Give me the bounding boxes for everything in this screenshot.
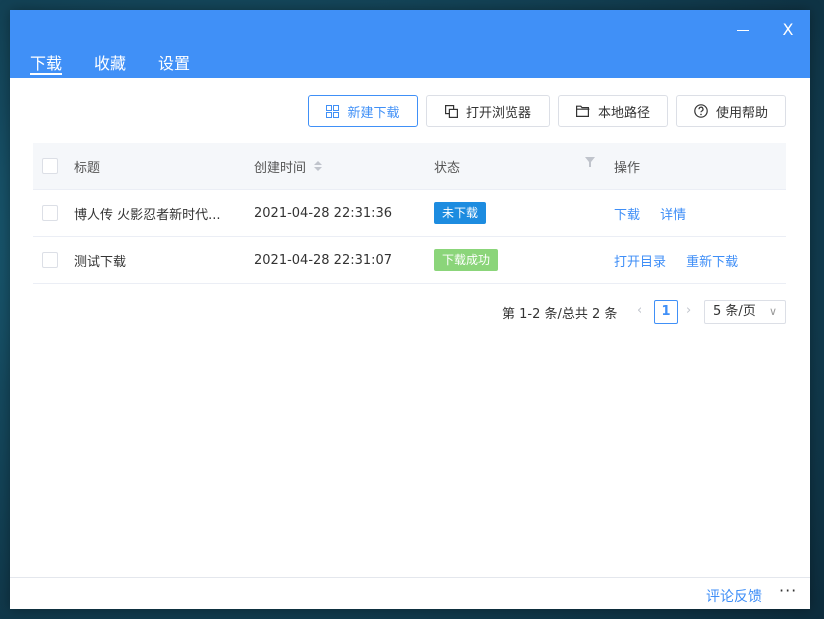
table-row: 测试下载 2021-04-28 22:31:07 下载成功 打开目录 重新下载	[33, 237, 786, 284]
footer-bar: 评论反馈 ···	[10, 577, 810, 609]
row-checkbox[interactable]	[42, 252, 58, 268]
grid-icon	[326, 104, 340, 118]
header-created: 创建时间	[254, 160, 307, 176]
table-row: 博人传 火影忍者新时代... 2021-04-28 22:31:36 未下载 下…	[33, 190, 786, 237]
row-title: 博人传 火影忍者新时代...	[74, 207, 221, 223]
row-checkbox[interactable]	[42, 205, 58, 221]
more-icon[interactable]: ···	[779, 581, 797, 600]
local-path-button[interactable]: 本地路径	[558, 95, 668, 127]
new-download-button[interactable]: 新建下载	[308, 95, 418, 127]
page-number-button[interactable]: 1	[654, 300, 678, 324]
tab-settings[interactable]: 设置	[158, 50, 190, 76]
sort-icon[interactable]	[314, 161, 323, 171]
minimize-button[interactable]	[728, 15, 758, 45]
open-browser-label: 打开浏览器	[465, 105, 531, 121]
chevron-right-icon[interactable]: ›	[686, 303, 691, 318]
pagination: 第 1-2 条/总共 2 条 ‹ 1 › 5 条/页 ∨	[10, 300, 810, 324]
header-actions: 操作	[614, 160, 641, 176]
title-bar: X 下载 收藏 设置	[10, 10, 810, 78]
row-created: 2021-04-28 22:31:36	[254, 205, 393, 221]
folder-icon	[575, 105, 590, 117]
help-button[interactable]: 使用帮助	[676, 95, 786, 127]
status-badge: 下载成功	[434, 249, 499, 271]
chevron-down-icon: ∨	[768, 305, 777, 318]
row-created: 2021-04-28 22:31:07	[254, 252, 393, 268]
help-label: 使用帮助	[715, 105, 768, 121]
tab-favorites[interactable]: 收藏	[94, 50, 126, 76]
row-title: 测试下载	[74, 254, 127, 270]
page-size-value: 5 条/页	[713, 304, 756, 319]
open-directory-link[interactable]: 打开目录	[614, 255, 666, 270]
pagination-summary: 第 1-2 条/总共 2 条	[502, 307, 618, 322]
app-window: X 下载 收藏 设置 新建下载 打开浏览器 本地路径 使用帮助 标题 创建时间 …	[10, 10, 810, 609]
status-badge: 未下载	[434, 202, 487, 224]
new-download-label: 新建下载	[347, 105, 400, 121]
filter-icon[interactable]	[585, 156, 595, 171]
redownload-link[interactable]: 重新下载	[686, 255, 738, 270]
chevron-left-icon[interactable]: ‹	[637, 303, 642, 318]
download-link[interactable]: 下载	[614, 208, 640, 223]
question-icon	[694, 104, 708, 118]
open-browser-button[interactable]: 打开浏览器	[426, 95, 550, 127]
close-icon: X	[782, 20, 794, 39]
header-title: 标题	[74, 160, 101, 176]
select-all-checkbox[interactable]	[42, 158, 58, 174]
local-path-label: 本地路径	[597, 105, 650, 121]
download-table: 标题 创建时间 状态 操作 博人传 火影忍者新时代... 2021-04-28 …	[33, 143, 786, 284]
close-button[interactable]: X	[773, 15, 803, 45]
details-link[interactable]: 详情	[660, 208, 686, 223]
tab-bar: 下载 收藏 设置	[30, 50, 222, 76]
tab-download[interactable]: 下载	[30, 50, 63, 76]
page-size-select[interactable]: 5 条/页 ∨	[704, 300, 786, 324]
header-status: 状态	[434, 160, 461, 176]
feedback-link[interactable]: 评论反馈	[706, 586, 762, 606]
window-icon	[444, 104, 458, 118]
table-header: 标题 创建时间 状态 操作	[33, 143, 786, 190]
